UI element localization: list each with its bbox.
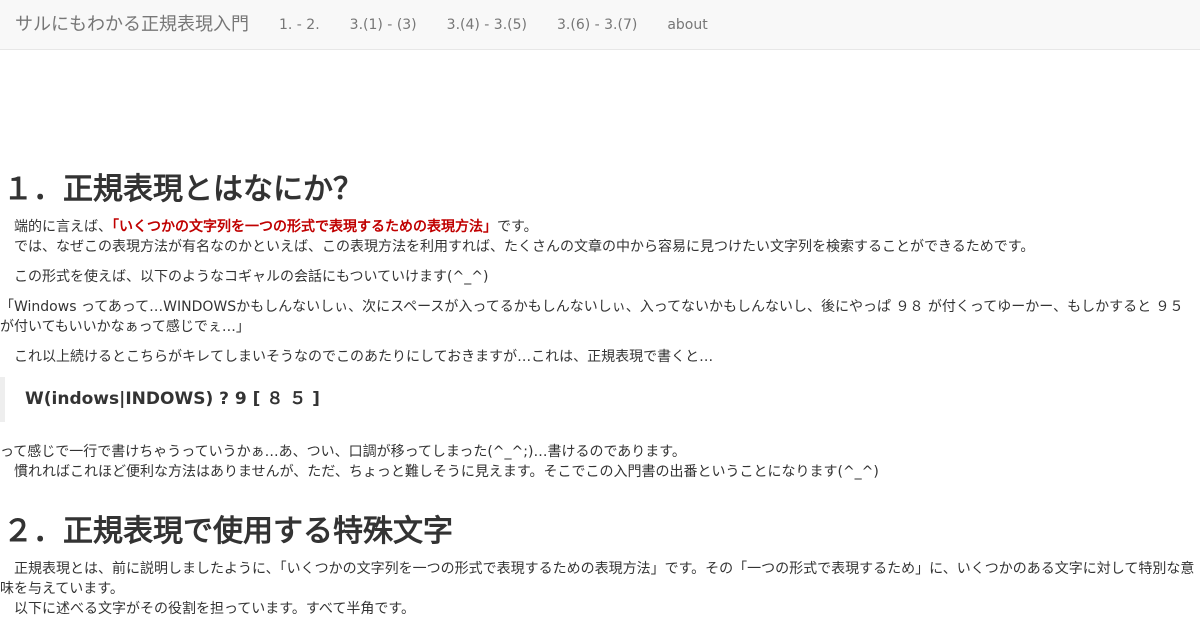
nav-link-3-4-5[interactable]: 3.(4) - 3.(5) (432, 0, 542, 50)
section1-intro-quote: この形式を使えば、以下のようなコギャルの会話にもついていけます(^_^) (14, 269, 489, 285)
nav-link-3-6-7[interactable]: 3.(6) - 3.(7) (542, 0, 652, 50)
section2-heading: ２．正規表現で使用する特殊文字 (3, 514, 453, 549)
kogal-quote: 「Windows ってあって…WINDOWSかもしんないしぃ、次にスペースが入っ… (0, 299, 1184, 335)
main-content: １．正規表現とはなにか？ 端的に言えば、「いくつかの文字列を一つの形式で表現する… (0, 170, 1200, 619)
nav-item: 3.(1) - (3) (335, 0, 432, 50)
regex-example-block: W(indows|INDOWS) ? 9 [ ８ ５ ] (0, 377, 1200, 422)
section1-heading: １．正規表現とはなにか？ (3, 172, 363, 207)
section1-lead-to-example: これ以上続けるとこちらがキレてしまいそうなのでこのあたりにしておきますが…これは… (14, 349, 714, 365)
section1-purpose: では、なぜこの表現方法が有名なのかといえば、この表現方法を利用すれば、たくさんの… (14, 239, 1035, 255)
definition-emphasis: 「いくつかの文字列を一つの形式で表現するための表現方法」 (112, 219, 497, 235)
nav-item: about (652, 0, 722, 50)
section2-lead: 以下に述べる文字がその役割を担っています。すべて半角です。 (14, 601, 415, 617)
section1-definition: 端的に言えば、「いくつかの文字列を一つの形式で表現するための表現方法」です。 (0, 217, 1200, 237)
nav-item: 3.(6) - 3.(7) (542, 0, 652, 50)
definition-suffix: です。 (497, 219, 538, 235)
nav-link-1-2[interactable]: 1. - 2. (264, 0, 335, 50)
nav-menu: 1. - 2. 3.(1) - (3) 3.(4) - 3.(5) 3.(6) … (264, 0, 723, 50)
section1-conclusion: 慣れればこれほど便利な方法はありませんが、ただ、ちょっと難しそうに見えます。そこ… (14, 464, 879, 480)
nav-link-3-1-3[interactable]: 3.(1) - (3) (335, 0, 432, 50)
nav-link-about[interactable]: about (652, 0, 722, 50)
nav-item: 3.(4) - 3.(5) (432, 0, 542, 50)
nav-item: 1. - 2. (264, 0, 335, 50)
site-brand-link[interactable]: サルにもわかる正規表現入門 (0, 14, 264, 35)
top-navbar: サルにもわかる正規表現入門 1. - 2. 3.(1) - (3) 3.(4) … (0, 0, 1200, 50)
section2-explanation: 正規表現とは、前に説明しましたように、「いくつかの文字列を一つの形式で表現するた… (0, 561, 1195, 597)
definition-prefix: 端的に言えば、 (14, 219, 112, 235)
section1-example-comment: って感じで一行で書けちゃうっていうかぁ…あ、つい、口調が移ってしまった(^_^;… (0, 444, 686, 460)
